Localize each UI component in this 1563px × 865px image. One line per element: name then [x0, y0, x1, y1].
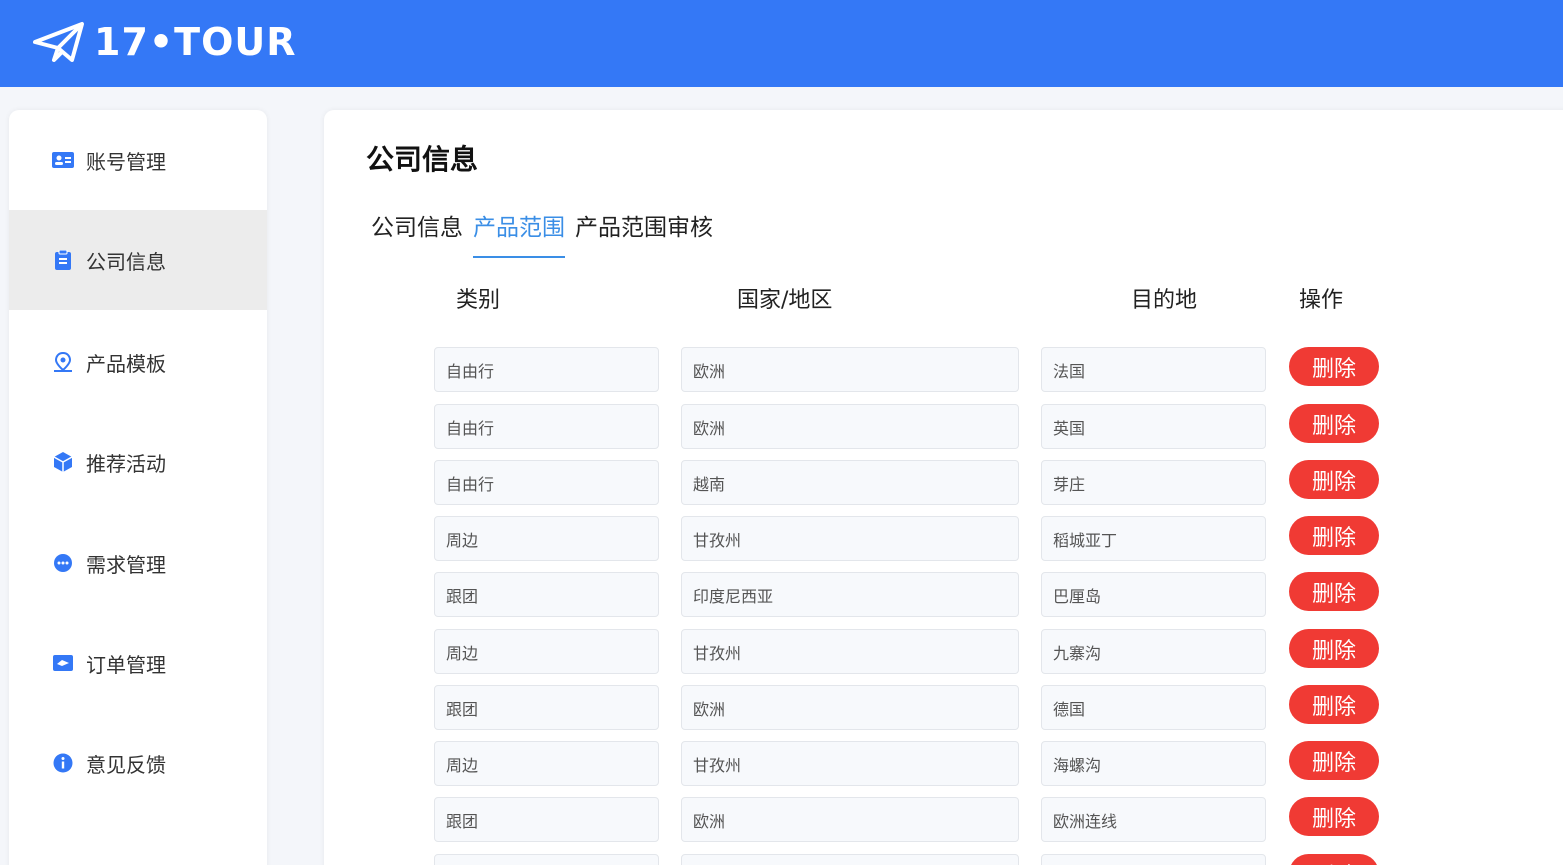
sidebar-item-product-template[interactable]: 产品模板 [9, 312, 267, 412]
sidebar-item-demand-management[interactable]: 需求管理 [9, 513, 267, 613]
category-field[interactable]: 周边 [434, 516, 659, 561]
region-field[interactable]: 甘孜州 [681, 629, 1019, 674]
destination-field[interactable]: 英国 [1041, 404, 1266, 449]
sidebar-item-label: 公司信息 [86, 249, 166, 274]
tab-company-info[interactable]: 公司信息 [371, 208, 463, 258]
page-title: 公司信息 [366, 143, 479, 176]
column-header-category: 类别 [456, 288, 501, 313]
region-field[interactable]: 甘孜州 [681, 741, 1019, 786]
category-field[interactable]: 自由行 [434, 460, 659, 505]
sidebar-item-label: 产品模板 [86, 351, 166, 376]
tab-product-scope[interactable]: 产品范围 [473, 208, 565, 258]
paper-plane-icon [32, 20, 86, 64]
delete-button[interactable]: 删除 [1289, 629, 1379, 668]
destination-field[interactable]: 海螺沟 [1041, 741, 1266, 786]
destination-field[interactable]: 芽庄 [1041, 460, 1266, 505]
delete-button[interactable]: 删除 [1289, 741, 1379, 780]
table-row: 周边 甘孜州 稻城亚丁 删除 [434, 516, 1394, 561]
region-field[interactable]: 越南 [681, 460, 1019, 505]
sidebar-item-account[interactable]: 账号管理 [9, 110, 267, 210]
region-field[interactable]: 欧洲 [681, 797, 1019, 842]
sidebar-item-label: 订单管理 [86, 652, 166, 677]
delete-button[interactable]: 删除 [1289, 347, 1379, 386]
sidebar-item-label: 需求管理 [86, 552, 166, 577]
table-row: 跟团 印度尼西亚 巴厘岛 删除 [434, 572, 1394, 617]
logo-text: 17•TOUR [94, 20, 297, 64]
clipboard-icon [52, 249, 74, 271]
category-field[interactable]: 跟团 [434, 572, 659, 617]
category-field[interactable] [434, 854, 659, 865]
top-bar: 17•TOUR [0, 0, 1563, 87]
id-card-icon [52, 149, 74, 171]
sidebar-item-label: 推荐活动 [86, 451, 166, 476]
region-field[interactable]: 欧洲 [681, 347, 1019, 392]
logo[interactable]: 17•TOUR [32, 20, 297, 64]
destination-field[interactable]: 德国 [1041, 685, 1266, 730]
table-row: 周边 甘孜州 九寨沟 删除 [434, 629, 1394, 674]
main-panel: 公司信息 公司信息 产品范围 产品范围审核 类别 国家/地区 目的地 操作 自由… [324, 110, 1563, 865]
destination-field[interactable]: 法国 [1041, 347, 1266, 392]
region-field[interactable]: 欧洲 [681, 404, 1019, 449]
sidebar-item-company-info[interactable]: 公司信息 [9, 210, 267, 310]
category-field[interactable]: 自由行 [434, 404, 659, 449]
category-field[interactable]: 周边 [434, 629, 659, 674]
column-header-destination: 目的地 [1131, 288, 1198, 313]
region-field[interactable]: 欧洲 [681, 685, 1019, 730]
delete-button[interactable]: 删除 [1289, 854, 1379, 865]
destination-field[interactable] [1041, 854, 1266, 865]
ticket-icon [52, 652, 74, 674]
table-row: 跟团 欧洲 德国 删除 [434, 685, 1394, 730]
table-row: 周边 甘孜州 海螺沟 删除 [434, 741, 1394, 786]
region-field[interactable]: 甘孜州 [681, 516, 1019, 561]
destination-field[interactable]: 欧洲连线 [1041, 797, 1266, 842]
delete-button[interactable]: 删除 [1289, 797, 1379, 836]
category-field[interactable]: 跟团 [434, 685, 659, 730]
chat-bubble-icon [52, 552, 74, 574]
sidebar-item-order-management[interactable]: 订单管理 [9, 613, 267, 713]
delete-button[interactable]: 删除 [1289, 460, 1379, 499]
destination-field[interactable]: 九寨沟 [1041, 629, 1266, 674]
category-field[interactable]: 跟团 [434, 797, 659, 842]
column-header-region: 国家/地区 [737, 288, 833, 313]
delete-button[interactable]: 删除 [1289, 572, 1379, 611]
destination-field[interactable]: 巴厘岛 [1041, 572, 1266, 617]
destination-field[interactable]: 稻城亚丁 [1041, 516, 1266, 561]
table-row: 跟团 欧洲 欧洲连线 删除 [434, 797, 1394, 842]
category-field[interactable]: 周边 [434, 741, 659, 786]
table-row: 自由行 越南 芽庄 删除 [434, 460, 1394, 505]
sidebar-item-recommended-activity[interactable]: 推荐活动 [9, 412, 267, 512]
sidebar-item-label: 账号管理 [86, 149, 166, 174]
sidebar: 账号管理 公司信息 产品模板 推荐活动 需求管理 订单管理 意见反馈 [9, 110, 267, 865]
sidebar-item-feedback[interactable]: 意见反馈 [9, 713, 267, 813]
region-field[interactable]: 印度尼西亚 [681, 572, 1019, 617]
table-row: 删除 [434, 854, 1394, 865]
category-field[interactable]: 自由行 [434, 347, 659, 392]
delete-button[interactable]: 删除 [1289, 685, 1379, 724]
tab-product-scope-review[interactable]: 产品范围审核 [575, 208, 713, 258]
region-field[interactable] [681, 854, 1019, 865]
table-row: 自由行 欧洲 法国 删除 [434, 347, 1394, 392]
tab-bar: 公司信息 产品范围 产品范围审核 [371, 208, 723, 258]
table-row: 自由行 欧洲 英国 删除 [434, 404, 1394, 449]
delete-button[interactable]: 删除 [1289, 516, 1379, 555]
cube-icon [52, 451, 74, 473]
column-header-action: 操作 [1299, 288, 1344, 313]
delete-button[interactable]: 删除 [1289, 404, 1379, 443]
sidebar-item-label: 意见反馈 [86, 752, 166, 777]
location-pin-icon [52, 351, 74, 373]
info-icon [52, 752, 74, 774]
